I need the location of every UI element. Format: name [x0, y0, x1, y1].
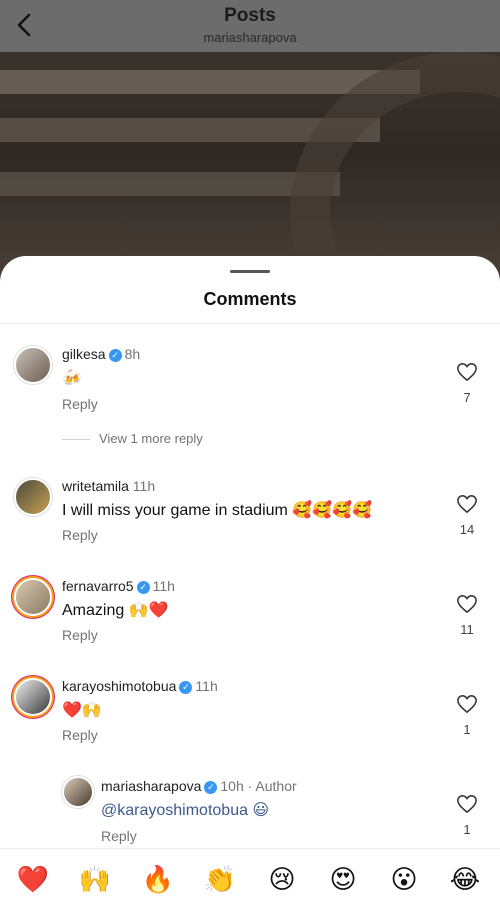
- verified-badge-icon: ✓: [179, 681, 193, 694]
- quick-reaction-bar: ❤️ 🙌 🔥 👏 😢 😍 😮 😂: [0, 848, 500, 907]
- reply-button[interactable]: Reply: [101, 828, 137, 844]
- comment-text: 🍻: [62, 370, 82, 387]
- comment-username[interactable]: fernavarro5: [62, 578, 134, 594]
- comments-title: Comments: [203, 289, 297, 309]
- drag-handle[interactable]: [230, 270, 270, 273]
- post-photo: [0, 52, 500, 282]
- comment-username[interactable]: karayoshimotobua: [62, 678, 176, 694]
- verified-badge-icon: ✓: [204, 781, 218, 794]
- reply-button[interactable]: Reply: [62, 627, 98, 643]
- reaction-surprised[interactable]: 😮: [387, 862, 421, 896]
- divider: [62, 439, 90, 440]
- comment-header: karayoshimotobua ✓ 11h: [62, 678, 218, 694]
- reaction-fire[interactable]: 🔥: [141, 862, 175, 896]
- comment-text: @karayoshimotobua 😃: [101, 802, 270, 819]
- comment-time: 8h: [124, 346, 141, 362]
- like-count: 7: [463, 390, 471, 405]
- comment-time: 11h: [132, 478, 156, 494]
- reaction-clap[interactable]: 👏: [203, 862, 237, 896]
- comment-time: 11h: [152, 578, 175, 594]
- comment-username[interactable]: writetamila: [62, 478, 129, 494]
- comment-header: gilkesa ✓ 8h: [62, 346, 140, 362]
- comment-header: fernavarro5 ✓ 11h: [62, 578, 175, 594]
- comment-username[interactable]: gilkesa: [62, 346, 106, 362]
- heart-icon[interactable]: [456, 694, 478, 714]
- reaction-raised-hands[interactable]: 🙌: [78, 862, 112, 896]
- avatar[interactable]: [14, 346, 52, 384]
- divider: [0, 323, 500, 324]
- view-more-replies[interactable]: View 1 more reply: [99, 431, 203, 446]
- avatar[interactable]: [62, 776, 94, 808]
- comment-header: writetamila 11h: [62, 478, 155, 494]
- heart-icon[interactable]: [456, 794, 478, 814]
- reply-button[interactable]: Reply: [62, 396, 98, 412]
- author-tag: Author: [255, 778, 297, 794]
- comments-sheet: Comments gilkesa ✓ 8h 🍻 Reply 7 View 1 mor…: [0, 256, 500, 906]
- like-count: 1: [463, 722, 471, 737]
- reaction-laughing[interactable]: 😂: [448, 862, 482, 896]
- comment-username[interactable]: mariasharapova: [101, 778, 201, 794]
- reaction-heart-eyes[interactable]: 😍: [326, 862, 360, 896]
- like-count: 14: [459, 522, 475, 537]
- reply-button[interactable]: Reply: [62, 527, 98, 543]
- comment-header: mariasharapova ✓ 10h · Author: [101, 778, 297, 794]
- comment-time: 10h: [220, 778, 244, 794]
- heart-icon[interactable]: [456, 594, 478, 614]
- avatar[interactable]: [14, 578, 52, 616]
- verified-badge-icon: ✓: [136, 581, 150, 594]
- comment-time: 11h: [195, 678, 218, 694]
- avatar[interactable]: [14, 478, 52, 516]
- like-count: 11: [460, 622, 474, 637]
- comment-text: ❤️🙌: [62, 702, 102, 719]
- comment-text: I will miss your game in stadium 🥰🥰🥰🥰: [62, 502, 372, 519]
- page-title: Posts: [224, 5, 276, 26]
- like-count: 1: [463, 822, 471, 837]
- comment-text: Amazing 🙌❤️: [62, 602, 169, 619]
- top-bar: Posts mariasharapova: [0, 0, 500, 52]
- page-username: mariasharapova: [203, 30, 297, 45]
- reply-button[interactable]: Reply: [62, 727, 98, 743]
- verified-badge-icon: ✓: [108, 349, 122, 362]
- reaction-crying[interactable]: 😢: [265, 862, 299, 896]
- heart-icon[interactable]: [456, 494, 478, 514]
- reaction-heart[interactable]: ❤️: [16, 862, 50, 896]
- heart-icon[interactable]: [456, 362, 478, 382]
- avatar[interactable]: [14, 678, 52, 716]
